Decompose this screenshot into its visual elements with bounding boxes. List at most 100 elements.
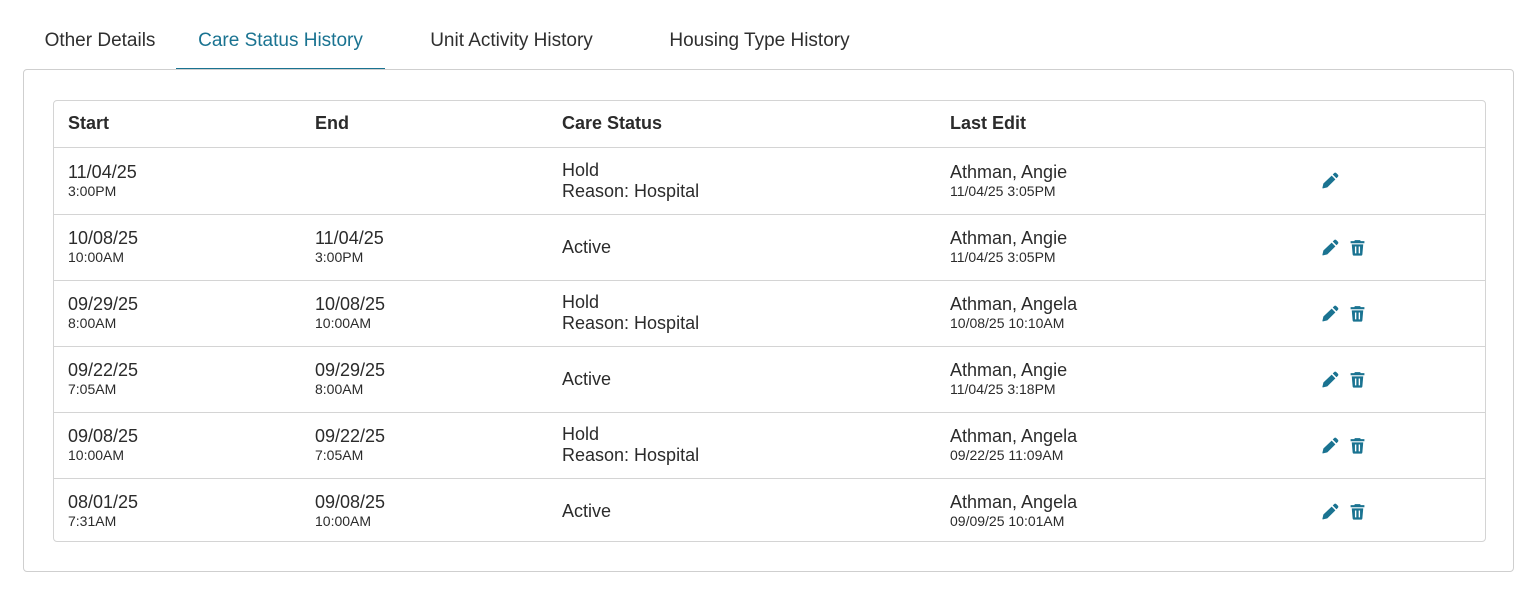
care-status: Hold xyxy=(562,159,600,180)
tab-care-status-history[interactable]: Care Status History xyxy=(176,0,385,70)
end-date: 11/04/25 xyxy=(315,228,384,248)
header-actions xyxy=(1306,101,1485,148)
end-date: 10/08/25 xyxy=(315,294,386,314)
care-status-cell: Active xyxy=(548,478,936,541)
actions-cell xyxy=(1306,346,1485,413)
table-row: 08/01/25 7:31AM 09/08/25 10:00AM Active Athma… xyxy=(54,478,1485,541)
start-date: 10/08/25 xyxy=(68,228,139,248)
last-edit-cell: Athman, Angela 09/09/25 10:01AM xyxy=(936,478,1306,541)
editor-name: Athman, Angie xyxy=(950,228,1068,248)
start-date: 08/01/25 xyxy=(68,492,139,513)
pencil-icon[interactable] xyxy=(1322,437,1339,454)
start-cell: 09/29/25 8:00AM xyxy=(54,280,301,347)
care-status-cell: Hold Reason: Hospital xyxy=(548,147,936,215)
trash-icon[interactable] xyxy=(1349,503,1366,520)
tab-label: Unit Activity History xyxy=(430,30,593,51)
table-row: 10/08/25 10:00AM 11/04/25 3:00PM Active Athma… xyxy=(54,214,1485,281)
editor-name: Athman, Angela xyxy=(950,426,1078,446)
pencil-icon[interactable] xyxy=(1322,305,1339,322)
end-time: 8:00AM xyxy=(315,381,364,397)
end-cell: 09/08/25 10:00AM xyxy=(301,478,548,541)
start-time: 10:00AM xyxy=(68,447,125,463)
start-time: 10:00AM xyxy=(68,249,125,265)
end-cell xyxy=(301,147,548,215)
last-edit-cell: Athman, Angie 11/04/25 3:18PM xyxy=(936,346,1306,413)
edit-timestamp: 11/04/25 3:05PM xyxy=(950,249,1056,265)
editor-name: Athman, Angie xyxy=(950,161,1068,182)
row-actions xyxy=(1320,172,1485,189)
row-actions xyxy=(1320,437,1485,454)
start-cell: 10/08/25 10:00AM xyxy=(54,214,301,281)
tab-label: Other Details xyxy=(44,30,156,51)
care-status: Active xyxy=(562,368,612,389)
start-cell: 09/08/25 10:00AM xyxy=(54,412,301,479)
start-time: 3:00PM xyxy=(68,182,117,199)
care-status-cell: Active xyxy=(548,346,936,413)
care-status: Active xyxy=(562,500,612,521)
tab-label: Housing Type History xyxy=(669,30,850,51)
row-actions xyxy=(1320,239,1485,256)
tab-bar: Other Details Care Status History Unit A… xyxy=(24,0,881,70)
care-status: Hold xyxy=(562,424,600,444)
trash-icon[interactable] xyxy=(1349,239,1366,256)
row-actions xyxy=(1320,305,1485,322)
edit-timestamp: 09/09/25 10:01AM xyxy=(950,513,1065,530)
pencil-icon[interactable] xyxy=(1322,172,1339,189)
table-row: 09/08/25 10:00AM 09/22/25 7:05AM Hold Reason:… xyxy=(54,412,1485,479)
end-date: 09/08/25 xyxy=(315,492,386,513)
edit-timestamp: 11/04/25 3:18PM xyxy=(950,381,1056,397)
header-start: Start xyxy=(54,101,301,148)
actions-cell xyxy=(1306,214,1485,281)
editor-name: Athman, Angie xyxy=(950,360,1068,380)
pencil-icon[interactable] xyxy=(1322,503,1339,520)
end-cell: 09/22/25 7:05AM xyxy=(301,412,548,479)
editor-name: Athman, Angela xyxy=(950,492,1078,513)
edit-timestamp: 10/08/25 10:10AM xyxy=(950,315,1065,331)
last-edit-cell: Athman, Angie 11/04/25 3:05PM xyxy=(936,214,1306,281)
last-edit-cell: Athman, Angela 09/22/25 11:09AM xyxy=(936,412,1306,479)
row-actions xyxy=(1320,503,1485,520)
end-time: 10:00AM xyxy=(315,513,372,530)
pencil-icon[interactable] xyxy=(1322,371,1339,388)
table-row: 09/29/25 8:00AM 10/08/25 10:00AM Hold Reason:… xyxy=(54,280,1485,347)
end-date: 09/22/25 xyxy=(315,426,386,446)
editor-name: Athman, Angela xyxy=(950,294,1078,314)
end-time: 10:00AM xyxy=(315,315,372,331)
tab-label: Care Status History xyxy=(198,30,363,51)
tab-panel: Start End Care Status Last Edit 11/04/25… xyxy=(23,69,1514,572)
care-status: Hold xyxy=(562,292,600,312)
start-cell: 11/04/25 3:00PM xyxy=(54,147,301,215)
care-status-reason: Reason: Hospital xyxy=(562,445,700,465)
start-date: 09/08/25 xyxy=(68,426,139,446)
end-cell: 09/29/25 8:00AM xyxy=(301,346,548,413)
table-row: 09/22/25 7:05AM 09/29/25 8:00AM Active Athman… xyxy=(54,346,1485,413)
end-time: 3:00PM xyxy=(315,249,364,265)
trash-icon[interactable] xyxy=(1349,437,1366,454)
pencil-icon[interactable] xyxy=(1322,239,1339,256)
tab-unit-activity-history[interactable]: Unit Activity History xyxy=(385,0,638,70)
last-edit-cell: Athman, Angela 10/08/25 10:10AM xyxy=(936,280,1306,347)
end-time: 7:05AM xyxy=(315,447,364,463)
care-status-table: Start End Care Status Last Edit 11/04/25… xyxy=(54,101,1485,541)
start-date: 09/22/25 xyxy=(68,360,139,380)
header-end: End xyxy=(301,101,548,148)
edit-timestamp: 11/04/25 3:05PM xyxy=(950,182,1056,199)
table-header-row: Start End Care Status Last Edit xyxy=(54,101,1485,148)
trash-icon[interactable] xyxy=(1349,305,1366,322)
start-time: 7:05AM xyxy=(68,381,117,397)
header-care-status: Care Status xyxy=(548,101,936,148)
trash-icon[interactable] xyxy=(1349,371,1366,388)
edit-timestamp: 09/22/25 11:09AM xyxy=(950,447,1064,463)
care-status-cell: Hold Reason: Hospital xyxy=(548,412,936,479)
care-status-cell: Hold Reason: Hospital xyxy=(548,280,936,347)
end-cell: 11/04/25 3:00PM xyxy=(301,214,548,281)
table-row: 11/04/25 3:00PM Hold Reason: Hospital Athman… xyxy=(54,147,1485,215)
tab-housing-type-history[interactable]: Housing Type History xyxy=(638,0,881,70)
tab-other-details[interactable]: Other Details xyxy=(24,0,176,70)
start-time: 7:31AM xyxy=(68,513,117,530)
care-status: Active xyxy=(562,236,612,257)
end-cell: 10/08/25 10:00AM xyxy=(301,280,548,347)
care-status-reason: Reason: Hospital xyxy=(562,313,700,333)
care-status-cell: Active xyxy=(548,214,936,281)
header-last-edit: Last Edit xyxy=(936,101,1306,148)
